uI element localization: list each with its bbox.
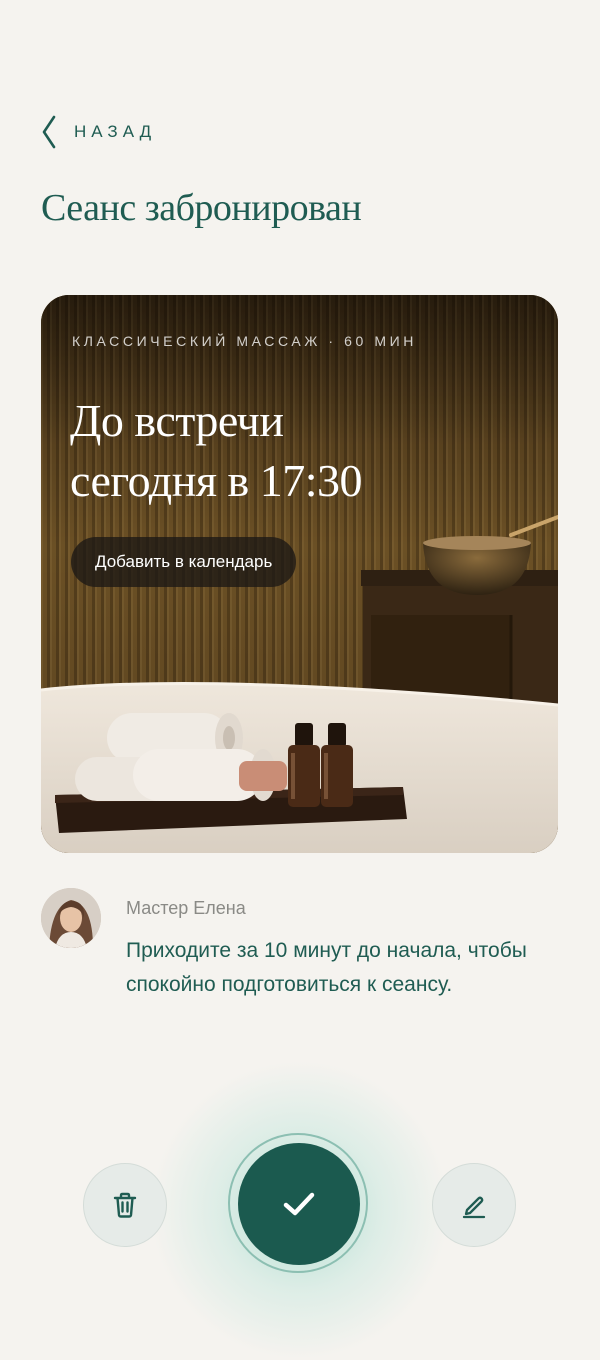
master-message: Приходите за 10 минут до начала, чтобы с…: [126, 939, 527, 996]
booking-card: КЛАССИЧЕСКИЙ МАССАЖ · 60 МИН До встречи …: [41, 295, 558, 853]
confirm-button[interactable]: [238, 1143, 360, 1265]
headline-line-1: До встречи: [70, 395, 284, 446]
pencil-icon: [462, 1196, 486, 1219]
trash-icon: [113, 1192, 137, 1218]
back-label: НАЗАД: [74, 122, 157, 141]
master-photo: [41, 888, 101, 948]
service-label: КЛАССИЧЕСКИЙ МАССАЖ · 60 МИН: [72, 333, 418, 349]
chevron-left-icon: [42, 115, 56, 149]
delete-button[interactable]: [83, 1163, 167, 1247]
appointment-headline: До встречи сегодня в 17:30: [70, 391, 362, 511]
add-to-calendar-button[interactable]: Добавить в календарь: [71, 537, 297, 587]
edit-button[interactable]: [432, 1163, 516, 1247]
back-link[interactable]: НАЗАД: [40, 112, 156, 152]
avatar: [41, 888, 101, 948]
headline-line-2: сегодня в 17:30: [70, 455, 362, 506]
master-name: Мастер Елена: [126, 898, 246, 918]
checkmark-icon: [283, 1192, 315, 1216]
page-title: Сеанс забронирован: [41, 187, 362, 229]
